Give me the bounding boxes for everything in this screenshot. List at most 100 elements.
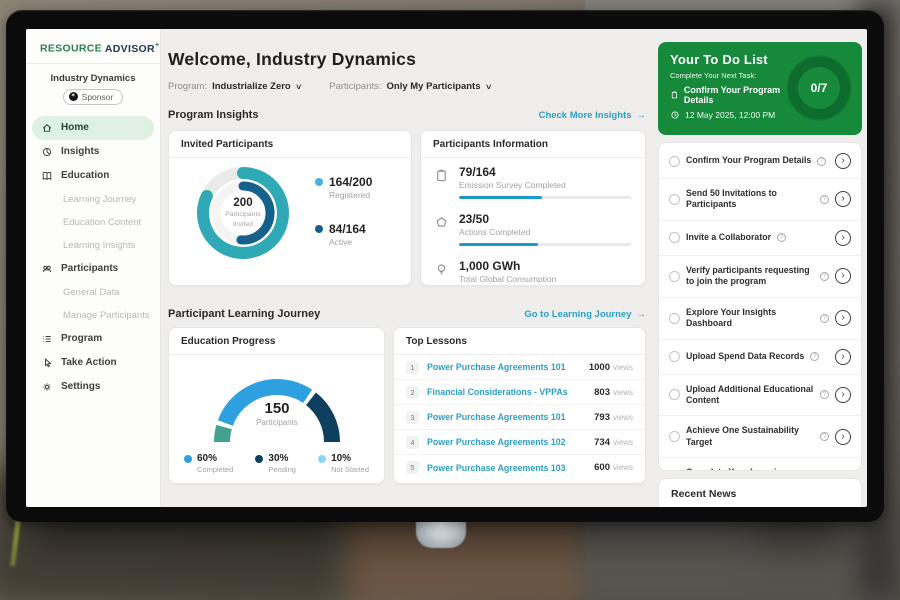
- education-icon: [41, 170, 53, 182]
- todo-progress-value: 0/7: [811, 81, 828, 95]
- education-gauge-chart: 150 Participants: [192, 354, 362, 450]
- sidebar-item-settings[interactable]: Settings: [26, 375, 160, 399]
- sidebar-item-participants[interactable]: Participants: [26, 257, 160, 281]
- todo-item[interactable]: Achieve One Sustainability Target ? ›: [659, 416, 861, 458]
- program-insights-header: Program Insights Check More Insights→: [168, 109, 646, 121]
- lesson-link[interactable]: Power Purchase Agreements 102: [427, 437, 594, 447]
- help-icon[interactable]: ?: [810, 352, 819, 361]
- clipboard-icon: [670, 90, 679, 100]
- checkbox-circle-icon[interactable]: [669, 156, 680, 167]
- help-icon[interactable]: ?: [820, 314, 829, 323]
- section-title: Program Insights: [168, 109, 258, 121]
- todo-next-task: Confirm Your Program Details: [670, 85, 798, 105]
- todo-item[interactable]: Complete Your Learning Journey ? ›: [659, 458, 861, 471]
- stat-row-actions: 23/50 Actions Completed: [421, 205, 645, 252]
- sidebar-item-label: Take Action: [61, 357, 117, 368]
- checkbox-circle-icon[interactable]: [669, 271, 680, 282]
- logo-plus: +: [155, 40, 160, 49]
- legend-completed: 60%Completed: [184, 453, 233, 474]
- sidebar-item-manage-participants[interactable]: Manage Participants: [26, 304, 160, 327]
- gauge-center-label: 150 Participants: [192, 400, 362, 427]
- legend-dot: [255, 455, 263, 463]
- help-icon[interactable]: ?: [817, 157, 826, 166]
- checkbox-circle-icon[interactable]: [669, 232, 680, 243]
- rank-badge: 2: [406, 386, 419, 399]
- sidebar-item-label: Insights: [61, 146, 99, 157]
- help-icon[interactable]: ?: [820, 432, 829, 441]
- chevron-right-icon[interactable]: ›: [835, 310, 851, 326]
- invited-donut-chart: 200 ParticipantsInvited: [189, 159, 297, 267]
- chevron-right-icon[interactable]: ›: [835, 268, 851, 284]
- arrow-right-icon: →: [637, 309, 647, 320]
- survey-clipboard-icon: [434, 168, 449, 183]
- checkbox-circle-icon[interactable]: [669, 431, 680, 442]
- todo-item[interactable]: Upload Additional Educational Content ? …: [659, 375, 861, 417]
- lesson-link[interactable]: Power Purchase Agreements 103: [427, 463, 594, 473]
- sidebar-item-education[interactable]: Education: [26, 164, 160, 188]
- help-icon[interactable]: ?: [820, 390, 829, 399]
- chevron-right-icon[interactable]: ›: [835, 230, 851, 246]
- monitor-bezel: RESOURCEADVISOR+ Industry Dynamics ✶ Spo…: [6, 10, 884, 522]
- sidebar-item-general-data[interactable]: General Data: [26, 281, 160, 304]
- sidebar-item-learning-journey[interactable]: Learning Journey: [26, 188, 160, 211]
- sidebar-nav: Home Insights Education Learning Journey…: [26, 116, 160, 399]
- lesson-link[interactable]: Power Purchase Agreements 101: [427, 412, 594, 422]
- rank-badge: 3: [406, 411, 419, 424]
- sidebar-item-label: Education: [61, 170, 109, 181]
- sidebar-item-education-content[interactable]: Education Content: [26, 211, 160, 234]
- participants-icon: [41, 263, 53, 275]
- dashboard-screen: RESOURCEADVISOR+ Industry Dynamics ✶ Spo…: [26, 29, 867, 507]
- go-to-learning-journey-link[interactable]: Go to Learning Journey→: [524, 309, 646, 320]
- checkbox-circle-icon[interactable]: [669, 351, 680, 362]
- participants-filter-dropdown[interactable]: Participants: Only My Participants ∨: [329, 81, 491, 92]
- top-lessons-card: Top Lessons 1 Power Purchase Agreements …: [393, 327, 646, 484]
- progress-track: [459, 243, 631, 246]
- sidebar-item-insights[interactable]: Insights: [26, 140, 160, 164]
- lesson-row: 5 Power Purchase Agreements 103 600 view…: [394, 455, 645, 480]
- card-title: Education Progress: [169, 328, 384, 355]
- legend-dot: [315, 225, 323, 233]
- lesson-link[interactable]: Financial Considerations - VPPAs: [427, 387, 594, 397]
- lesson-link[interactable]: Power Purchase Agreements 101: [427, 362, 589, 372]
- todo-item[interactable]: Upload Spend Data Records ? ›: [659, 340, 861, 375]
- todo-item[interactable]: Invite a Collaborator ? ›: [659, 221, 861, 256]
- todo-item[interactable]: Explore Your Insights Dashboard ? ›: [659, 298, 861, 340]
- check-more-insights-link[interactable]: Check More Insights→: [539, 110, 646, 121]
- chevron-right-icon[interactable]: ›: [835, 387, 851, 403]
- help-icon[interactable]: ?: [777, 233, 786, 242]
- chevron-right-icon[interactable]: ›: [835, 191, 851, 207]
- sidebar-item-home[interactable]: Home: [32, 116, 154, 140]
- progress-fill: [459, 243, 538, 246]
- todo-item[interactable]: Verify participants requesting to join t…: [659, 256, 861, 298]
- sidebar-item-learning-insights[interactable]: Learning Insights: [26, 234, 160, 257]
- checkbox-circle-icon[interactable]: [669, 389, 680, 400]
- checkbox-circle-icon[interactable]: [669, 194, 680, 205]
- legend-dot: [184, 455, 192, 463]
- donut-legend: 164/200 Registered 84/164 Active: [315, 175, 372, 269]
- invited-participants-card: Invited Participants 200 ParticipantsInv…: [168, 130, 412, 286]
- sidebar-item-label: Manage Participants: [63, 310, 150, 321]
- app-logo: RESOURCEADVISOR+: [26, 29, 160, 55]
- help-icon[interactable]: ?: [820, 272, 829, 281]
- chevron-right-icon[interactable]: ›: [835, 153, 851, 169]
- chevron-right-icon[interactable]: ›: [835, 429, 851, 445]
- chevron-right-icon[interactable]: ›: [835, 349, 851, 365]
- sponsor-icon: ✶: [69, 92, 78, 101]
- program-filter-value: Industrialize Zero: [212, 81, 291, 92]
- card-title: Invited Participants: [169, 131, 411, 158]
- arrow-right-icon: →: [637, 110, 647, 121]
- sidebar-item-label: Learning Insights: [63, 240, 135, 251]
- help-icon[interactable]: ?: [820, 195, 829, 204]
- sponsor-badge-label: Sponsor: [82, 92, 114, 102]
- sidebar-item-label: Learning Journey: [63, 194, 136, 205]
- education-progress-card: Education Progress 150 Participants: [168, 327, 385, 484]
- stat-row-consumption: 1,000 GWh Total Global Consumption: [421, 252, 645, 290]
- sidebar-item-program[interactable]: Program: [26, 327, 160, 351]
- todo-item[interactable]: Send 50 Invitations to Participants ? ›: [659, 179, 861, 221]
- checkbox-circle-icon[interactable]: [669, 313, 680, 324]
- sidebar-item-take-action[interactable]: Take Action: [26, 351, 160, 375]
- home-icon: [41, 122, 53, 134]
- program-filter-dropdown[interactable]: Program: Industrialize Zero ∨: [168, 81, 301, 92]
- todo-item[interactable]: Confirm Your Program Details ? ›: [659, 144, 861, 179]
- todo-progress-ring: 0/7: [788, 57, 850, 119]
